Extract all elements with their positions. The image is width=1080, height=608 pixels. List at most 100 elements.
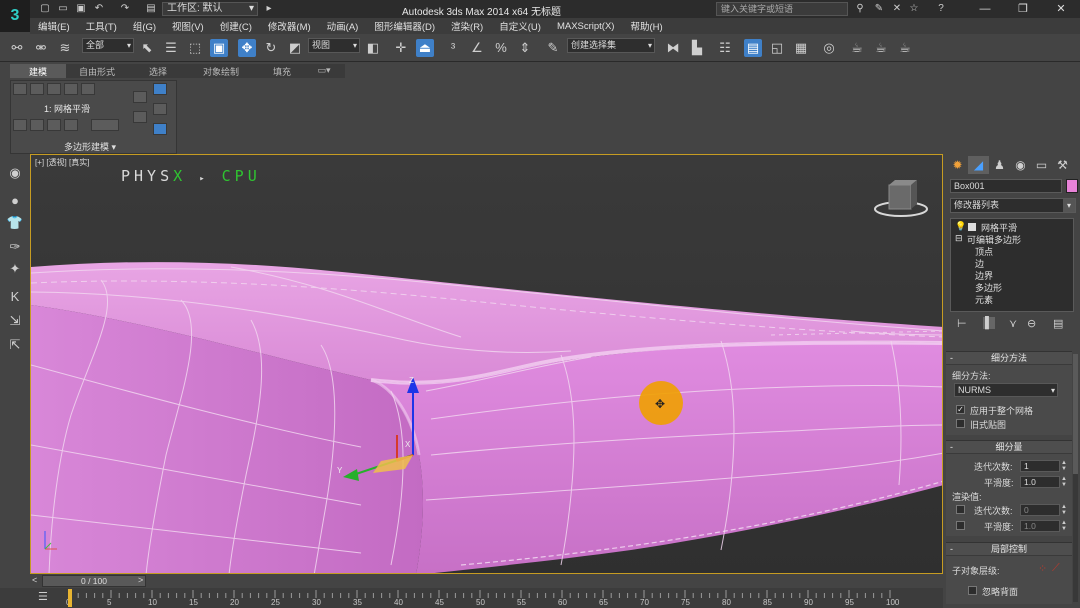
pin-stack-icon[interactable]: ⊢	[957, 317, 967, 330]
tools-icon[interactable]: ✎	[872, 2, 886, 16]
app-logo-icon[interactable]: 3	[0, 0, 30, 32]
modify-tab-icon[interactable]: ◢	[968, 156, 989, 174]
create-tab-icon[interactable]: ✹	[947, 156, 968, 174]
curve-editor-icon[interactable]: ◱	[768, 39, 786, 57]
workspace-dropdown[interactable]: 工作区: 默认 ▾	[162, 2, 258, 16]
subdivision-method-dropdown[interactable]: NURMS ▾	[954, 383, 1058, 397]
old-style-mapping-checkbox[interactable]	[956, 419, 965, 428]
track-bar[interactable]: ☰ 05101520253035404550556065707580859095…	[0, 588, 943, 608]
schematic-view-icon[interactable]: ▦	[792, 39, 810, 57]
layer-manager-icon[interactable]: ☷	[716, 39, 734, 57]
display-tab-icon[interactable]: ▭	[1031, 156, 1052, 174]
render-production-icon[interactable]: ☕	[896, 39, 914, 57]
select-object-icon[interactable]: ⬉	[138, 39, 156, 57]
subdivision-method-header[interactable]: - 细分方法	[946, 351, 1072, 365]
minimize-button[interactable]: —	[966, 0, 1004, 18]
graphite-side-2-icon[interactable]	[153, 83, 167, 95]
tab-object-paint[interactable]: 对象绘制	[188, 64, 254, 78]
link-icon[interactable]: ⚯	[8, 39, 26, 57]
scale-icon[interactable]: ◩	[286, 39, 304, 57]
angle-snap-icon[interactable]: ∠	[468, 39, 486, 57]
tool-3-icon[interactable]	[47, 119, 61, 131]
close-button[interactable]: ✕	[1042, 0, 1080, 18]
exchange-icon[interactable]: ✕	[890, 2, 904, 16]
polygon-mode-icon[interactable]	[64, 83, 78, 95]
bind-space-warp-icon[interactable]: ≋	[56, 39, 74, 57]
ref-coord-dropdown[interactable]: 视图 ▾	[308, 38, 360, 53]
local-control-header[interactable]: - 局部控制	[946, 542, 1072, 556]
menu-help[interactable]: 帮助(H)	[622, 19, 670, 33]
perspective-viewport[interactable]: Z Y X ✥ [+] [透视] [真实] PHYSX ▸ CPU	[30, 154, 943, 574]
utilities-tab-icon[interactable]: ⚒	[1052, 156, 1073, 174]
subdivision-amount-header[interactable]: - 细分量	[946, 440, 1072, 454]
arrows-icon[interactable]: ⇱	[6, 336, 24, 354]
mini-curve-editor-icon[interactable]: ☰	[38, 590, 48, 603]
tool-2-icon[interactable]	[30, 119, 44, 131]
menu-create[interactable]: 创建(C)	[212, 19, 260, 33]
more-icon[interactable]: ▸	[262, 2, 276, 16]
tool-1-icon[interactable]	[13, 119, 27, 131]
render-iterations-spinner[interactable]: 0 ▲ ▼	[1020, 504, 1067, 516]
open-file-icon[interactable]: ▭	[56, 2, 70, 16]
unlink-icon[interactable]: ⚮	[32, 39, 50, 57]
configure-sets-icon[interactable]: ▤	[1053, 317, 1063, 330]
scene-explorer-icon[interactable]: ◉	[6, 164, 24, 182]
export-icon[interactable]: ⇲	[6, 312, 24, 330]
menu-maxscript[interactable]: MAXScript(X)	[549, 21, 623, 32]
named-selection-dropdown[interactable]: 创建选择集 ▾	[567, 38, 655, 53]
move-icon[interactable]: ✥	[238, 39, 256, 57]
tab-populate[interactable]: 填充	[254, 64, 310, 78]
percent-snap-icon[interactable]: %	[492, 39, 510, 57]
ribbon-panel-title[interactable]: 多边形建模 ▾	[64, 140, 116, 153]
sub-level-vertex-icon[interactable]: ⁘	[1038, 562, 1047, 575]
new-file-icon[interactable]: ▢	[38, 2, 52, 16]
maximize-button[interactable]: ❐	[1004, 0, 1042, 18]
brush-icon[interactable]: ✑	[6, 238, 24, 256]
align-icon[interactable]: ▙	[688, 39, 706, 57]
star-icon[interactable]: ☆	[907, 2, 921, 16]
render-iterations-checkbox[interactable]	[956, 505, 965, 514]
rectangular-region-icon[interactable]: ⬚	[186, 39, 204, 57]
smoothness-spinner[interactable]: 1.0 ▲ ▼	[1020, 476, 1067, 488]
sphere-icon[interactable]: ●	[6, 192, 24, 210]
rendered-frame-icon[interactable]: ☕	[872, 39, 890, 57]
command-panel-scrollbar[interactable]	[1073, 354, 1078, 602]
expand-minus-icon[interactable]: ⊟	[955, 233, 963, 244]
prev-frame-icon[interactable]: <	[32, 575, 37, 585]
pivot-center-icon[interactable]: ◧	[364, 39, 382, 57]
window-crossing-icon[interactable]: ▣	[210, 39, 228, 57]
iterations-spinner[interactable]: 1 ▲ ▼	[1020, 460, 1067, 472]
render-setup-icon[interactable]: ☕	[848, 39, 866, 57]
border-mode-icon[interactable]	[47, 83, 61, 95]
graphite-side-4-icon[interactable]	[153, 103, 167, 115]
render-smoothness-spinner[interactable]: 1.0 ▲ ▼	[1020, 520, 1067, 532]
save-file-icon[interactable]: ▣	[74, 2, 88, 16]
mirror-icon[interactable]: ⧓	[664, 39, 682, 57]
snap-toggle-icon[interactable]: ³	[444, 39, 462, 57]
graphite-side-1-icon[interactable]	[133, 91, 147, 103]
edit-named-selection-icon[interactable]: ✎	[544, 39, 562, 57]
search-input[interactable]: 键入关键字或短语	[716, 2, 848, 16]
menu-graph-editors[interactable]: 图形编辑器(D)	[366, 19, 443, 33]
menu-tools[interactable]: 工具(T)	[78, 19, 125, 33]
tool-5-icon[interactable]	[91, 119, 119, 131]
magic-wand-icon[interactable]: ✦	[6, 260, 24, 278]
binoculars-icon[interactable]: ⚲	[853, 2, 867, 16]
hierarchy-tab-icon[interactable]: ♟	[989, 156, 1010, 174]
rotate-icon[interactable]: ↻	[262, 39, 280, 57]
menu-customize[interactable]: 自定义(U)	[491, 19, 549, 33]
modifier-list-dropdown[interactable]: 修改器列表 ▾	[950, 198, 1076, 213]
tool-4-icon[interactable]	[64, 119, 78, 131]
shirt-icon[interactable]: 👕	[6, 214, 24, 232]
object-color-swatch[interactable]	[1066, 179, 1078, 193]
tab-modeling[interactable]: 建模	[10, 64, 66, 78]
render-smoothness-checkbox[interactable]	[956, 521, 965, 530]
tab-selection[interactable]: 选择	[128, 64, 188, 78]
k-tool-icon[interactable]: K	[6, 288, 24, 306]
light-bulb-icon[interactable]: 💡	[955, 221, 966, 232]
show-end-result-icon[interactable]: ▌	[983, 317, 995, 329]
redo-icon[interactable]: ↷	[118, 2, 132, 16]
vertex-mode-icon[interactable]	[13, 83, 27, 95]
menu-modifiers[interactable]: 修改器(M)	[260, 19, 319, 33]
graphite-side-5-icon[interactable]	[153, 123, 167, 135]
